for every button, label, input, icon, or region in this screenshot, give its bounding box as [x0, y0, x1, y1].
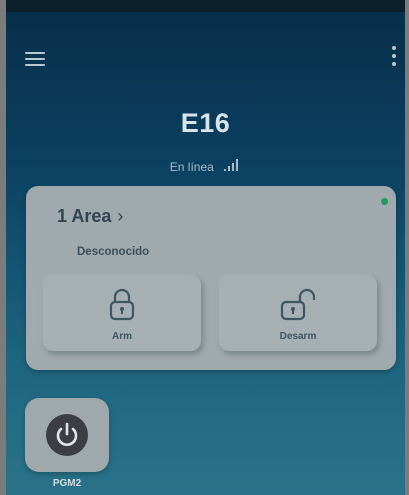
connection-status-label: En línea: [169, 160, 214, 174]
arm-button-label: Arm: [111, 331, 132, 342]
area-title-link[interactable]: 1 Area ›: [57, 206, 123, 227]
area-state: Desconocido: [77, 246, 150, 258]
power-icon: [46, 414, 88, 456]
connection-status: En línea: [6, 158, 405, 174]
menu-button[interactable]: [25, 52, 47, 68]
area-card: 1 Area › Desconocido Arm Desarm: [26, 186, 396, 370]
disarm-icon-wrap: [219, 287, 377, 321]
arm-icon-wrap: [43, 287, 201, 321]
arm-button[interactable]: Arm: [43, 275, 201, 351]
dot: [392, 54, 396, 58]
hamburger-line: [25, 58, 45, 60]
disarm-button[interactable]: Desarm: [219, 275, 377, 351]
chevron-right-icon: ›: [117, 206, 124, 226]
vertical-dots-icon: [392, 46, 396, 50]
device-name: E16: [180, 108, 231, 138]
lock-closed-icon: [109, 288, 135, 321]
hamburger-line: [25, 64, 45, 66]
area-title: 1 Area: [57, 206, 112, 226]
disarm-button-label: Desarm: [279, 331, 317, 342]
app-screen: E16 En línea 1 Area › Desconocido Arm De…: [6, 12, 405, 495]
dot: [392, 62, 396, 66]
signal-bars-icon: [224, 159, 239, 171]
more-options-button[interactable]: [389, 46, 399, 70]
pgm-label: PGM2: [52, 478, 82, 489]
lock-open-icon: [280, 288, 316, 321]
power-glyph: [56, 422, 78, 446]
pgm-output-button[interactable]: [25, 398, 109, 472]
top-app-bar: [6, 12, 405, 82]
status-bar: [6, 0, 405, 12]
online-indicator: [381, 198, 388, 205]
hamburger-menu-icon: [25, 52, 45, 54]
